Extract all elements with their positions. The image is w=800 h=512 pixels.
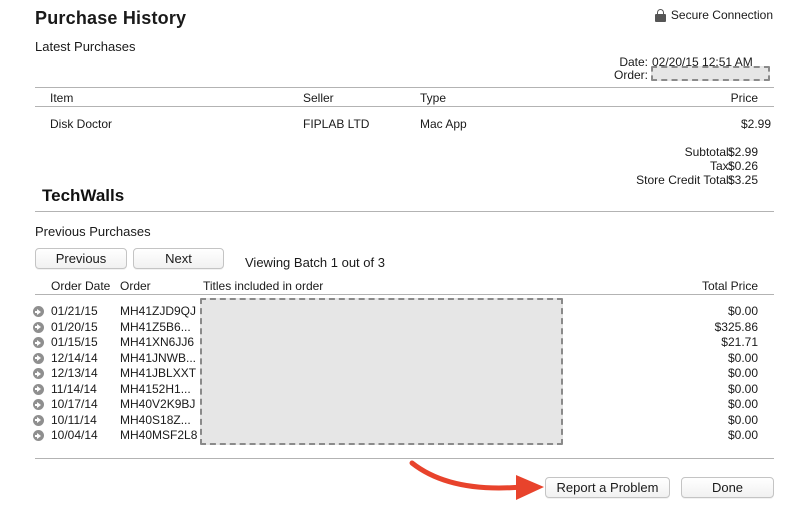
order-total: $0.00 xyxy=(727,412,758,427)
batch-indicator: Viewing Batch 1 out of 3 xyxy=(245,255,385,270)
column-header-total-price: Total Price xyxy=(701,279,758,293)
lock-icon xyxy=(654,8,666,22)
view-order-arrow-icon[interactable] xyxy=(33,306,44,317)
previous-purchases-heading: Previous Purchases xyxy=(35,224,151,239)
order-id: MH41JNWB... xyxy=(120,350,197,365)
previous-batch-button[interactable]: Previous xyxy=(35,248,127,269)
view-order-arrow-icon[interactable] xyxy=(33,399,44,410)
order-date: 10/04/14 xyxy=(51,428,98,442)
order-date: 10/11/14 xyxy=(51,412,97,427)
order-total: $0.00 xyxy=(727,397,758,411)
order-id: MH41JBLXXT xyxy=(120,366,197,380)
order-id: MH40V2K9BJ xyxy=(120,397,196,411)
store-credit-label: Store Credit Total: xyxy=(636,173,732,187)
order-total: $0.00 xyxy=(727,366,758,380)
view-order-arrow-icon[interactable] xyxy=(33,368,44,379)
next-batch-button[interactable]: Next xyxy=(133,248,224,269)
column-header-type: Type xyxy=(420,91,447,105)
view-order-arrow-icon[interactable] xyxy=(33,321,44,333)
divider xyxy=(35,294,774,295)
latest-item-price: $2.99 xyxy=(740,117,771,131)
annotation-arrow-icon xyxy=(409,460,544,500)
column-header-item: Item xyxy=(50,91,74,105)
store-credit-value: $3.25 xyxy=(727,173,758,187)
latest-item-name: Disk Doctor xyxy=(50,117,113,131)
subtotal-label: Subtotal: xyxy=(684,145,732,159)
report-problem-button[interactable]: Report a Problem xyxy=(545,477,670,498)
divider xyxy=(35,211,774,212)
view-order-arrow-icon[interactable] xyxy=(33,414,44,426)
column-header-price: Price xyxy=(730,91,758,105)
order-number-redacted xyxy=(651,66,770,81)
column-header-order-date: Order Date xyxy=(51,279,111,293)
latest-purchases-heading: Latest Purchases xyxy=(35,39,136,54)
date-label: Date: xyxy=(619,55,648,69)
tax-value: $0.26 xyxy=(727,159,758,173)
column-header-order: Order xyxy=(120,279,151,293)
order-id: MH41XN6JJ6 xyxy=(120,335,195,349)
order-id: MH40S18Z... xyxy=(120,412,191,427)
order-date: 12/14/14 xyxy=(51,350,98,365)
order-total: $0.00 xyxy=(727,350,758,365)
order-id: MH41Z5B6... xyxy=(120,319,191,334)
view-order-arrow-icon[interactable] xyxy=(33,352,44,364)
view-order-arrow-icon[interactable] xyxy=(33,383,44,395)
view-order-arrow-icon[interactable] xyxy=(33,337,44,348)
secure-connection-label: Secure Connection xyxy=(670,8,773,22)
divider xyxy=(35,106,774,107)
order-label: Order: xyxy=(613,68,648,82)
order-total: $0.00 xyxy=(727,381,758,396)
page-title: Purchase History xyxy=(35,8,187,28)
divider xyxy=(35,87,774,88)
order-date: 11/14/14 xyxy=(51,381,97,396)
titles-redacted xyxy=(200,298,563,445)
watermark: TechWalls xyxy=(42,186,125,205)
order-date: 10/17/14 xyxy=(51,397,98,411)
latest-item-type: Mac App xyxy=(420,117,467,131)
order-total: $0.00 xyxy=(727,428,758,442)
order-id: MH4152H1... xyxy=(120,381,191,396)
secure-connection-indicator: Secure Connection xyxy=(654,8,773,22)
column-header-seller: Seller xyxy=(303,91,334,105)
order-date: 01/20/15 xyxy=(51,319,98,334)
column-header-titles: Titles included in order xyxy=(203,279,324,293)
order-date: 01/21/15 xyxy=(51,304,98,318)
order-id: MH40MSF2L8 xyxy=(120,428,198,442)
order-total: $0.00 xyxy=(727,304,758,318)
subtotal-value: $2.99 xyxy=(727,145,758,159)
order-total: $21.71 xyxy=(721,335,758,349)
done-button[interactable]: Done xyxy=(681,477,774,498)
latest-item-seller: FIPLAB LTD xyxy=(303,117,370,131)
order-date: 12/13/14 xyxy=(51,366,98,380)
order-date: 01/15/15 xyxy=(51,335,98,349)
view-order-arrow-icon[interactable] xyxy=(33,430,44,441)
order-total: $325.86 xyxy=(714,319,758,334)
order-id: MH41ZJD9QJ xyxy=(120,304,197,318)
